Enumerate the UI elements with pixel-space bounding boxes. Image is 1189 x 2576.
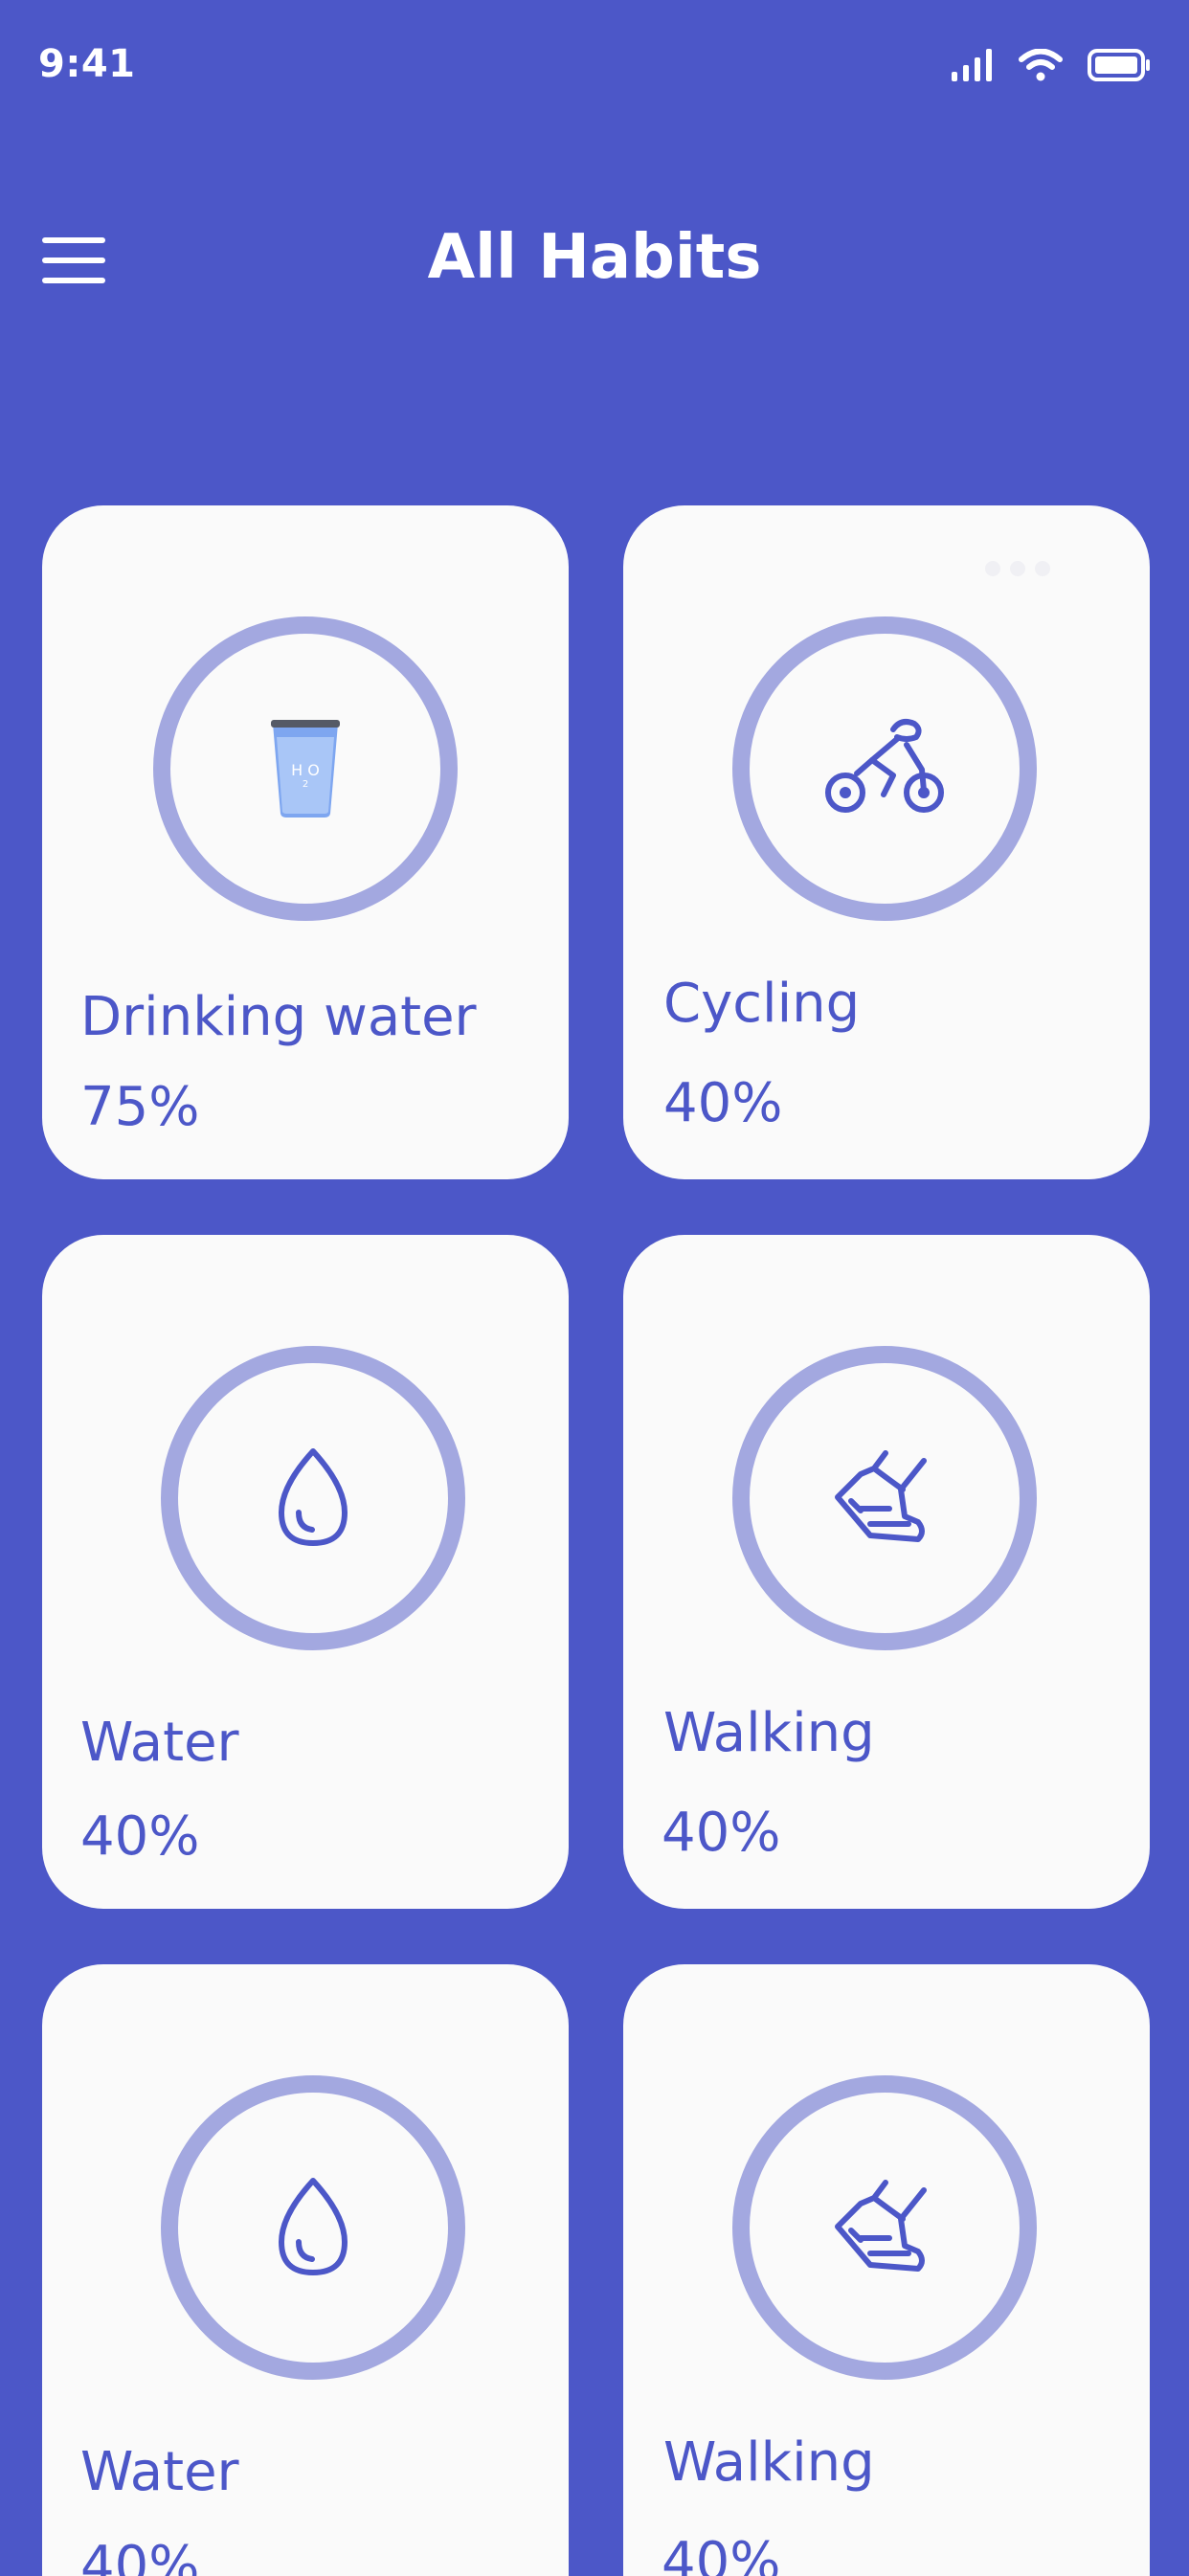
habit-card-cycling[interactable]: Cycling 40% xyxy=(623,505,1150,1179)
dot-icon xyxy=(1035,561,1050,576)
habit-progress-ring: H O 2 xyxy=(153,616,458,921)
svg-text:2: 2 xyxy=(303,779,308,790)
habit-percent: 40% xyxy=(80,2535,200,2576)
habit-card-drinking-water[interactable]: H O 2 Drinking water 75% xyxy=(42,505,569,1179)
water-glass-icon: H O 2 xyxy=(271,720,340,818)
status-icons xyxy=(952,44,1151,86)
habit-progress-ring xyxy=(161,1346,465,1650)
cyclist-icon xyxy=(825,719,944,813)
habit-name: Drinking water xyxy=(80,986,477,1048)
habit-progress-ring xyxy=(161,2075,465,2380)
habit-percent: 40% xyxy=(80,1805,200,1868)
habit-card-water[interactable]: Water 40% xyxy=(42,1235,569,1909)
habit-progress-ring xyxy=(732,616,1037,921)
battery-icon xyxy=(1088,49,1150,81)
habit-progress-ring xyxy=(732,2075,1037,2380)
app-screen: 9:41 All Habits H O 2 Drinking water 75%… xyxy=(0,0,1189,2576)
wifi-icon xyxy=(1019,49,1063,81)
water-drop-icon xyxy=(279,1448,348,1546)
water-drop-icon xyxy=(279,2178,348,2275)
habit-progress-ring xyxy=(732,1346,1037,1650)
habit-name: Cycling xyxy=(663,973,861,1035)
dot-icon xyxy=(985,561,1000,576)
habit-card-water[interactable]: Water 40% xyxy=(42,1964,569,2576)
status-time: 9:41 xyxy=(38,42,136,86)
more-options-button[interactable] xyxy=(985,561,1050,576)
svg-text:H O: H O xyxy=(291,761,320,779)
habit-percent: 40% xyxy=(662,1802,781,1864)
habit-name: Walking xyxy=(663,1702,875,1764)
walking-shoe-icon xyxy=(835,1450,927,1542)
walking-shoe-icon xyxy=(835,2180,927,2272)
habit-name: Water xyxy=(80,1712,239,1774)
habit-name: Walking xyxy=(663,2431,875,2494)
habit-percent: 75% xyxy=(80,1076,200,1138)
cellular-signal-icon xyxy=(952,49,992,81)
habit-percent: 40% xyxy=(663,1072,783,1134)
habit-name: Water xyxy=(80,2441,239,2503)
dot-icon xyxy=(1010,561,1025,576)
habit-card-walking[interactable]: Walking 40% xyxy=(623,1964,1150,2576)
habit-percent: 40% xyxy=(662,2531,781,2576)
habit-card-walking[interactable]: Walking 40% xyxy=(623,1235,1150,1909)
page-title: All Habits xyxy=(427,222,762,293)
